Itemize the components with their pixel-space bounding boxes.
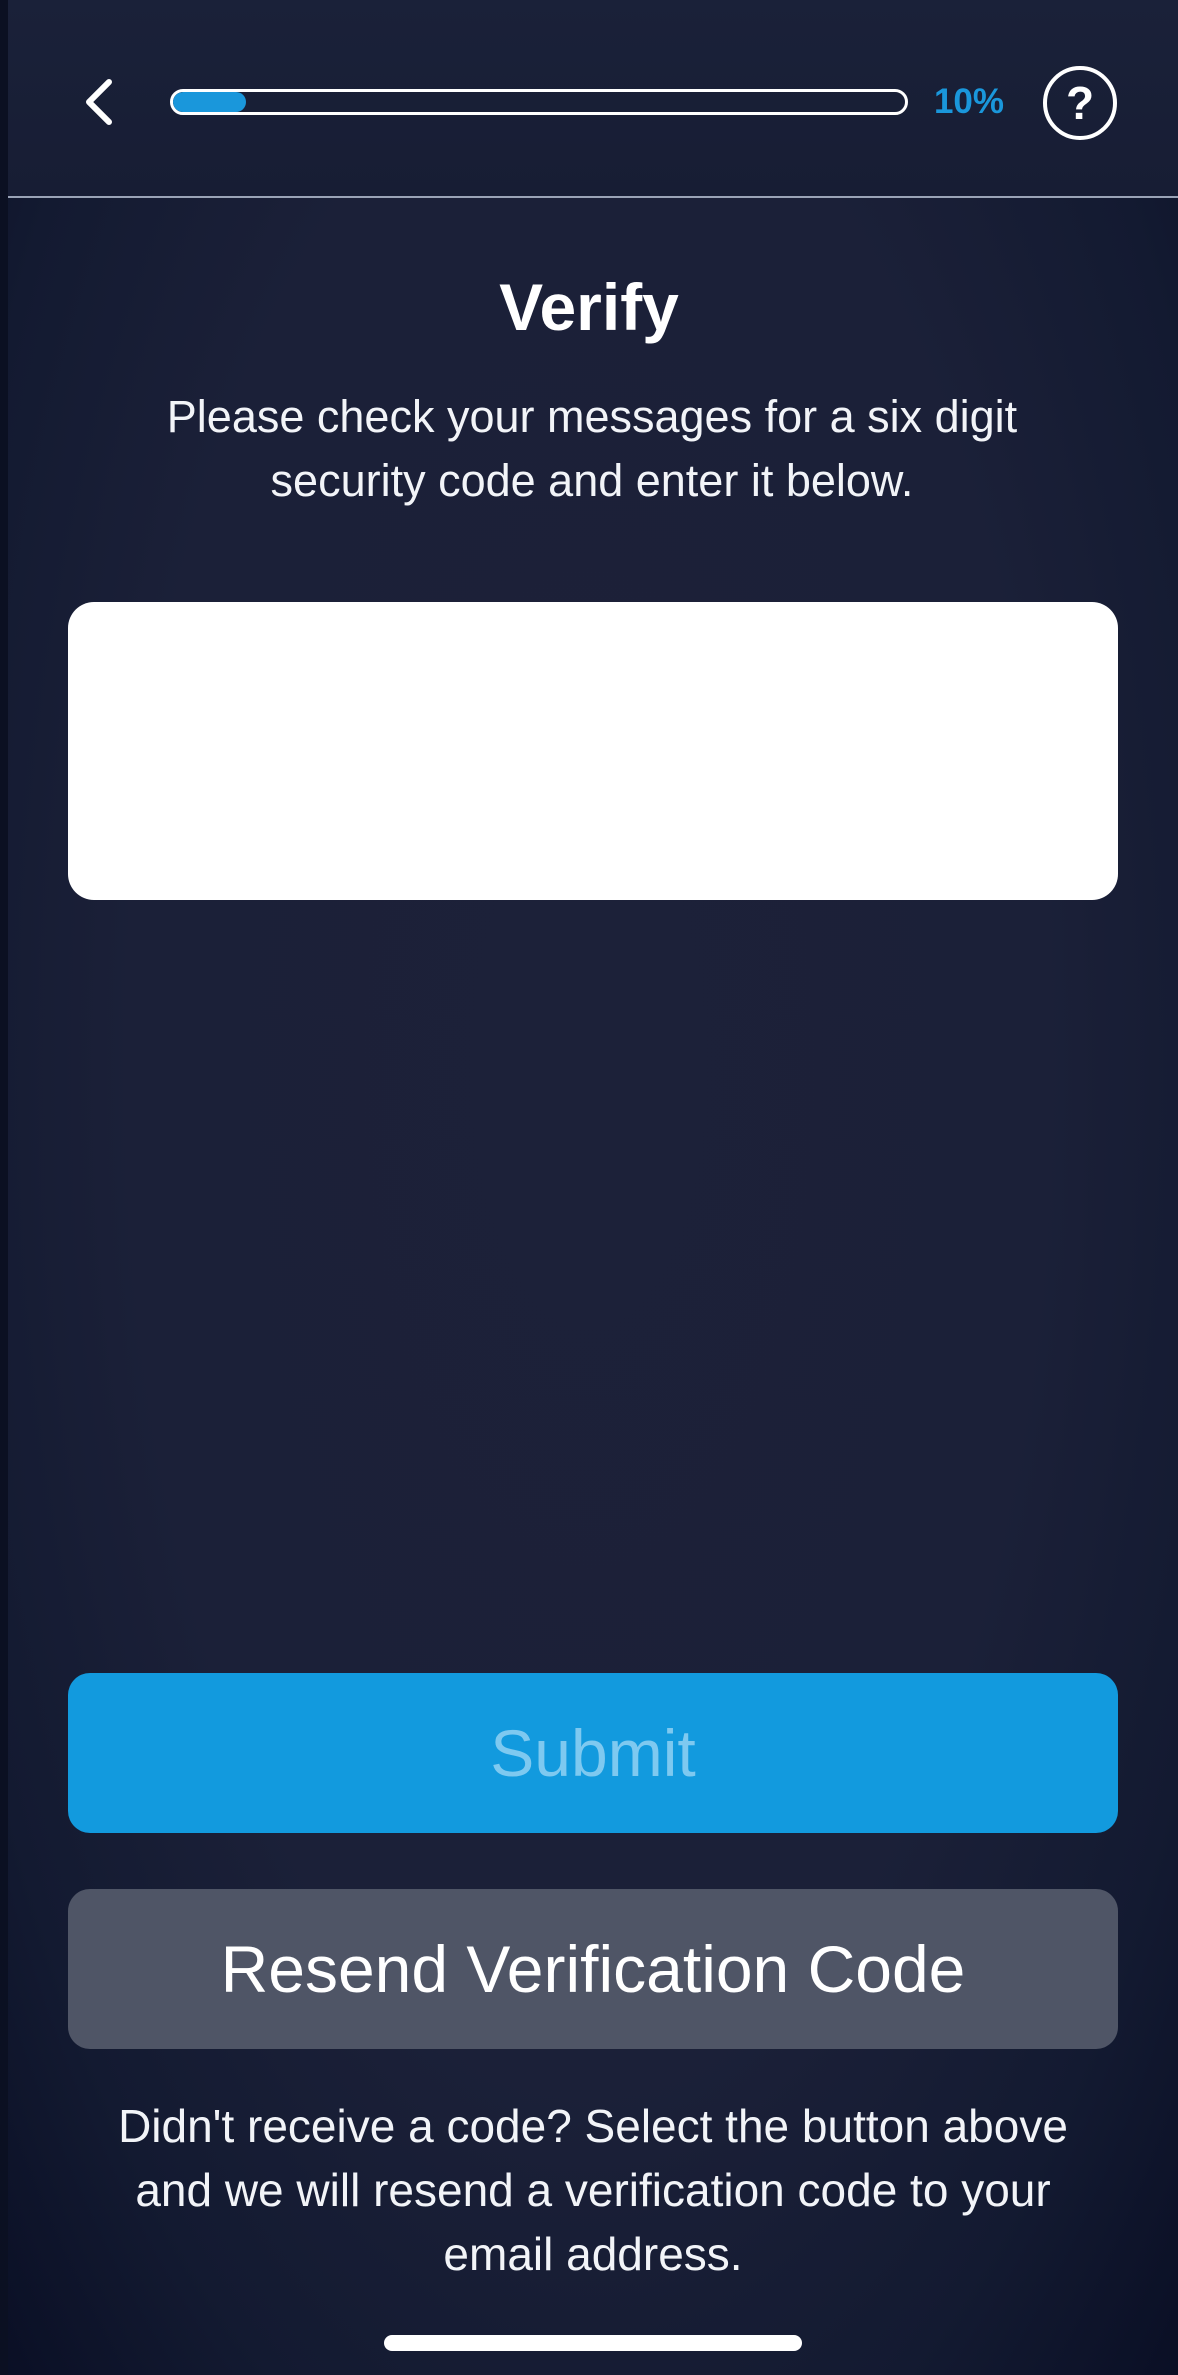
resend-help-text: Didn't receive a code? Select the button…	[118, 2100, 1068, 2280]
back-button[interactable]	[62, 62, 142, 142]
instructions-text: Please check your messages for a six dig…	[166, 391, 1018, 506]
chevron-left-icon	[86, 79, 112, 125]
progress-bar	[170, 89, 908, 115]
screen-edge	[0, 0, 8, 2375]
progress-percentage: 10%	[933, 82, 1005, 121]
progress-fill	[173, 92, 247, 112]
question-mark-icon: ?	[1065, 77, 1095, 129]
submit-button[interactable]: Submit	[68, 1673, 1118, 1833]
verify-screen: 10% ? Verify Please check your messages …	[0, 0, 1178, 2375]
resend-verification-code-button[interactable]: Resend Verification Code	[68, 1889, 1118, 2049]
help-button[interactable]: ?	[1043, 66, 1117, 140]
home-indicator[interactable]	[384, 2335, 802, 2351]
page-title: Verify	[499, 270, 679, 344]
security-code-input[interactable]	[68, 602, 1118, 900]
